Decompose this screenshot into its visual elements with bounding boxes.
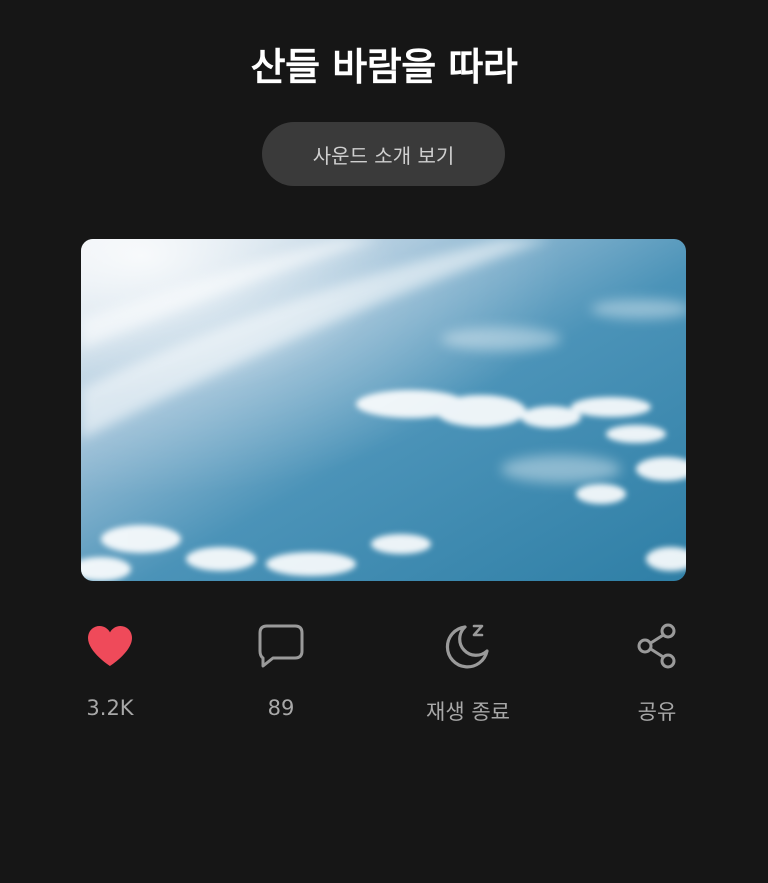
moon-sleep-icon xyxy=(440,618,496,674)
sleep-timer-button[interactable]: 재생 종료 xyxy=(398,618,538,726)
like-button[interactable]: 3.2K xyxy=(60,618,160,720)
sound-intro-button-label: 사운드 소개 보기 xyxy=(312,143,455,168)
comment-count: 89 xyxy=(267,696,295,720)
page-title: 산들 바람을 따라 xyxy=(250,45,518,89)
sleep-timer-label: 재생 종료 xyxy=(426,700,510,724)
heart-icon xyxy=(82,618,138,674)
share-icon xyxy=(629,618,685,674)
share-label: 공유 xyxy=(637,700,677,724)
sound-intro-button[interactable]: 사운드 소개 보기 xyxy=(262,122,505,186)
share-button[interactable]: 공유 xyxy=(607,618,707,726)
sky-artwork-image xyxy=(81,239,686,581)
like-count: 3.2K xyxy=(86,696,134,720)
comment-button[interactable]: 89 xyxy=(231,618,331,720)
comment-icon xyxy=(253,618,309,674)
